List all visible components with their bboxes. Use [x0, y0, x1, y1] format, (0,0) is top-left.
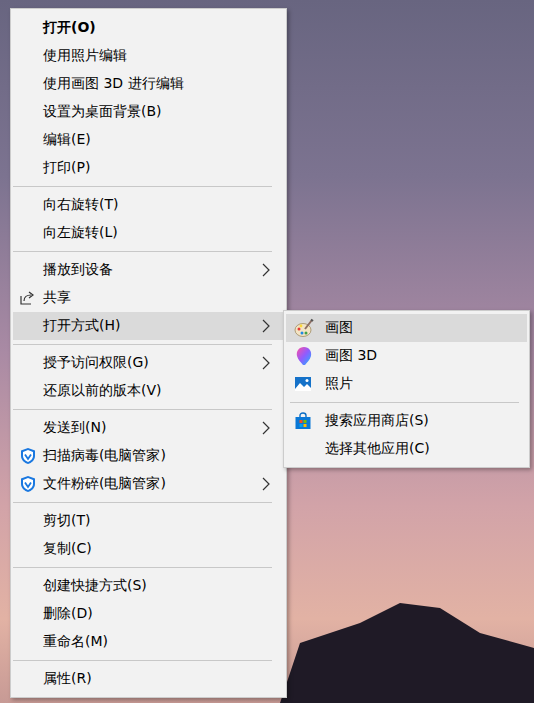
submenu-arrow-icon [262, 319, 270, 333]
context-menu: 打开(O)使用照片编辑使用画图 3D 进行编辑设置为桌面背景(B)编辑(E)打印… [10, 8, 287, 698]
menu-item[interactable]: 删除(D) [13, 600, 284, 628]
submenu-item[interactable]: 搜索应用商店(S) [286, 407, 527, 435]
menu-separator [13, 409, 272, 410]
submenu-arrow-icon [262, 421, 270, 435]
menu-separator [13, 660, 272, 661]
menu-separator [13, 186, 272, 187]
menu-item[interactable]: 编辑(E) [13, 126, 284, 154]
menu-separator [290, 402, 519, 403]
menu-item[interactable]: 属性(R) [13, 665, 284, 693]
submenu-item[interactable]: 选择其他应用(C) [286, 435, 527, 463]
menu-item[interactable]: 共享 [13, 284, 284, 312]
menu-item[interactable]: 打开方式(H) [13, 312, 284, 340]
paint-3d-icon [294, 346, 314, 366]
menu-item[interactable]: 向右旋转(T) [13, 191, 284, 219]
desktop-background: 打开(O)使用照片编辑使用画图 3D 进行编辑设置为桌面背景(B)编辑(E)打印… [0, 0, 534, 703]
menu-item[interactable]: 向左旋转(L) [13, 219, 284, 247]
store-bag-icon [294, 412, 312, 430]
menu-separator [13, 567, 272, 568]
paint-palette-icon [294, 318, 314, 338]
menu-item[interactable]: 剪切(T) [13, 507, 284, 535]
menu-item[interactable]: 发送到(N) [13, 414, 284, 442]
pc-manager-shield-icon [19, 447, 37, 465]
submenu-arrow-icon [262, 263, 270, 277]
menu-item[interactable]: 使用画图 3D 进行编辑 [13, 70, 284, 98]
open-with-submenu: 画图画图 3D照片搜索应用商店(S)选择其他应用(C) [283, 310, 530, 468]
menu-separator [13, 502, 272, 503]
submenu-item[interactable]: 画图 3D [286, 342, 527, 370]
submenu-item[interactable]: 照片 [286, 370, 527, 398]
menu-item[interactable]: 使用照片编辑 [13, 42, 284, 70]
menu-separator [13, 344, 272, 345]
submenu-arrow-icon [262, 356, 270, 370]
pc-manager-shield-icon [19, 475, 37, 493]
menu-item[interactable]: 扫描病毒(电脑管家) [13, 442, 284, 470]
menu-separator [13, 251, 272, 252]
menu-item[interactable]: 重命名(M) [13, 628, 284, 656]
menu-item[interactable]: 还原以前的版本(V) [13, 377, 284, 405]
menu-item[interactable]: 播放到设备 [13, 256, 284, 284]
menu-item[interactable]: 复制(C) [13, 535, 284, 563]
menu-item[interactable]: 文件粉碎(电脑管家) [13, 470, 284, 498]
menu-item[interactable]: 打开(O) [13, 14, 284, 42]
share-icon [19, 290, 35, 306]
photos-icon [294, 375, 312, 393]
submenu-item[interactable]: 画图 [286, 314, 527, 342]
menu-item[interactable]: 设置为桌面背景(B) [13, 98, 284, 126]
menu-item[interactable]: 打印(P) [13, 154, 284, 182]
submenu-arrow-icon [262, 477, 270, 491]
menu-item[interactable]: 授予访问权限(G) [13, 349, 284, 377]
menu-item[interactable]: 创建快捷方式(S) [13, 572, 284, 600]
